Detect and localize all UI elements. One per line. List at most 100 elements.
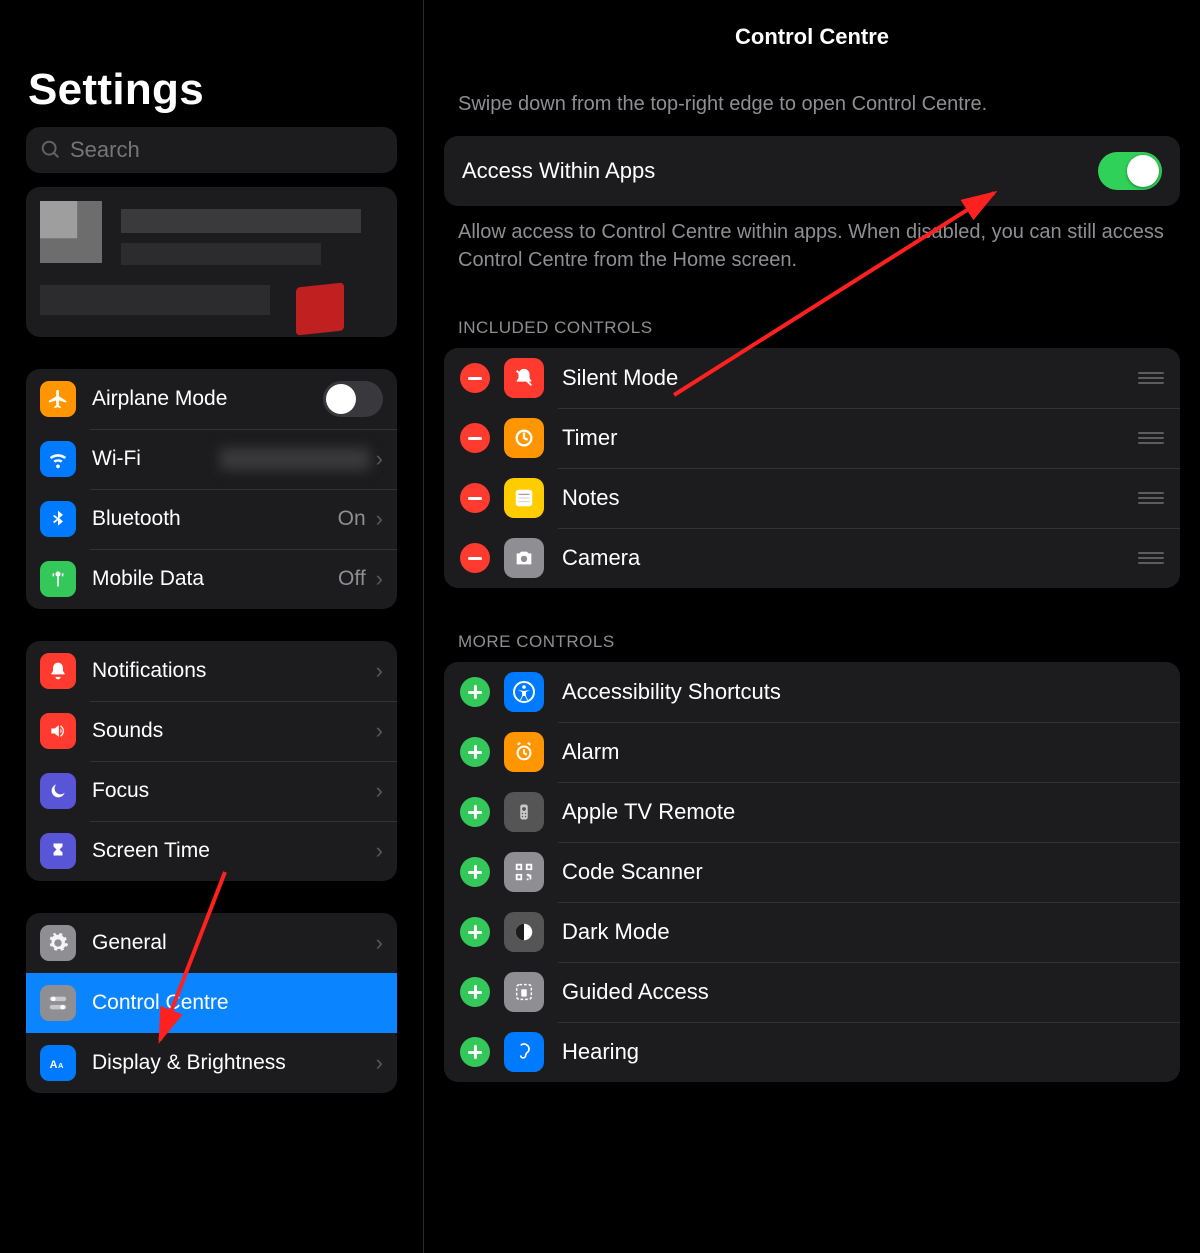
- sidebar-item-sounds[interactable]: Sounds›: [26, 701, 397, 761]
- reorder-handle[interactable]: [1138, 552, 1164, 564]
- alarm-icon: [504, 732, 544, 772]
- remove-control-button[interactable]: [460, 423, 490, 453]
- chevron-right-icon: ›: [370, 566, 383, 592]
- pane-title: Control Centre: [444, 24, 1180, 50]
- bell-slash-icon: [504, 358, 544, 398]
- add-control-button[interactable]: [460, 797, 490, 827]
- moon-icon: [40, 773, 76, 809]
- control-row-timer: Timer: [444, 408, 1180, 468]
- control-label: Hearing: [562, 1039, 1164, 1065]
- control-row-guided-access: Guided Access: [444, 962, 1180, 1022]
- remove-control-button[interactable]: [460, 483, 490, 513]
- remove-control-button[interactable]: [460, 363, 490, 393]
- control-label: Dark Mode: [562, 919, 1164, 945]
- control-label: Notes: [562, 485, 1128, 511]
- control-label: Accessibility Shortcuts: [562, 679, 1164, 705]
- add-control-button[interactable]: [460, 677, 490, 707]
- control-label: Apple TV Remote: [562, 799, 1164, 825]
- control-row-apple-tv-remote: Apple TV Remote: [444, 782, 1180, 842]
- access-within-apps-card: Access Within Apps: [444, 136, 1180, 206]
- search-icon: [40, 139, 62, 161]
- control-row-camera: Camera: [444, 528, 1180, 588]
- included-controls-header: INCLUDED CONTROLS: [444, 318, 1180, 338]
- chevron-right-icon: ›: [370, 446, 383, 472]
- control-centre-pane: Control Centre Swipe down from the top-r…: [424, 0, 1200, 1253]
- sidebar-item-label: Display & Brightness: [92, 1051, 370, 1075]
- chevron-right-icon: ›: [370, 838, 383, 864]
- access-within-apps-desc: Allow access to Control Centre within ap…: [444, 218, 1180, 274]
- gear-icon: [40, 925, 76, 961]
- wi-fi-value: [220, 448, 370, 470]
- chevron-right-icon: ›: [370, 506, 383, 532]
- sidebar-item-label: Airplane Mode: [92, 387, 323, 411]
- svg-text:A: A: [58, 1061, 64, 1070]
- control-label: Guided Access: [562, 979, 1164, 1005]
- control-row-hearing: Hearing: [444, 1022, 1180, 1082]
- sidebar-item-bluetooth[interactable]: BluetoothOn›: [26, 489, 397, 549]
- add-control-button[interactable]: [460, 977, 490, 1007]
- app-root: Settings Airplane ModeWi-Fi›BluetoothOn›…: [0, 0, 1200, 1253]
- control-label: Timer: [562, 425, 1128, 451]
- bluetooth-icon: [40, 501, 76, 537]
- search-field[interactable]: [26, 127, 397, 173]
- sidebar-item-label: Focus: [92, 779, 370, 803]
- sidebar-item-label: Control Centre: [92, 991, 383, 1015]
- ear-icon: [504, 1032, 544, 1072]
- sidebar-item-label: Notifications: [92, 659, 370, 683]
- sidebar-item-airplane-mode[interactable]: Airplane Mode: [26, 369, 397, 429]
- profile-card[interactable]: [26, 187, 397, 337]
- control-label: Camera: [562, 545, 1128, 571]
- svg-text:A: A: [50, 1059, 58, 1071]
- add-control-button[interactable]: [460, 857, 490, 887]
- sidebar-item-label: General: [92, 931, 370, 955]
- sidebar-item-label: Bluetooth: [92, 507, 338, 531]
- add-control-button[interactable]: [460, 917, 490, 947]
- settings-title: Settings: [28, 65, 397, 115]
- settings-sidebar: Settings Airplane ModeWi-Fi›BluetoothOn›…: [0, 0, 424, 1253]
- chevron-right-icon: ›: [370, 718, 383, 744]
- chevron-right-icon: ›: [370, 658, 383, 684]
- sidebar-item-notifications[interactable]: Notifications›: [26, 641, 397, 701]
- access-within-apps-label: Access Within Apps: [462, 158, 655, 184]
- included-controls-list: Silent Mode Timer Notes Camera: [444, 348, 1180, 588]
- more-controls-header: MORE CONTROLS: [444, 632, 1180, 652]
- sidebar-group: Notifications›Sounds›Focus›Screen Time›: [26, 641, 397, 881]
- reorder-handle[interactable]: [1138, 492, 1164, 504]
- control-row-alarm: Alarm: [444, 722, 1180, 782]
- sidebar-item-mobile-data[interactable]: Mobile DataOff›: [26, 549, 397, 609]
- wifi-icon: [40, 441, 76, 477]
- access-within-apps-toggle[interactable]: [1098, 152, 1162, 190]
- search-input[interactable]: [70, 137, 383, 163]
- add-control-button[interactable]: [460, 1037, 490, 1067]
- sidebar-group: Airplane ModeWi-Fi›BluetoothOn›Mobile Da…: [26, 369, 397, 609]
- sidebar-group: General›Control CentreAADisplay & Bright…: [26, 913, 397, 1093]
- sidebar-item-display-brightness[interactable]: AA Display & Brightness›: [26, 1033, 397, 1093]
- timer-icon: [504, 418, 544, 458]
- control-row-silent-mode: Silent Mode: [444, 348, 1180, 408]
- chevron-right-icon: ›: [370, 930, 383, 956]
- control-row-code-scanner: Code Scanner: [444, 842, 1180, 902]
- sidebar-item-screen-time[interactable]: Screen Time›: [26, 821, 397, 881]
- tv-remote-icon: [504, 792, 544, 832]
- camera-icon: [504, 538, 544, 578]
- mobile-data-value: Off: [338, 567, 370, 591]
- add-control-button[interactable]: [460, 737, 490, 767]
- control-row-dark-mode: Dark Mode: [444, 902, 1180, 962]
- sidebar-item-general[interactable]: General›: [26, 913, 397, 973]
- sidebar-item-wi-fi[interactable]: Wi-Fi ›: [26, 429, 397, 489]
- reorder-handle[interactable]: [1138, 432, 1164, 444]
- sidebar-item-label: Wi-Fi: [92, 447, 220, 471]
- notes-icon: [504, 478, 544, 518]
- accessibility-icon: [504, 672, 544, 712]
- sidebar-item-focus[interactable]: Focus›: [26, 761, 397, 821]
- control-row-notes: Notes: [444, 468, 1180, 528]
- reorder-handle[interactable]: [1138, 372, 1164, 384]
- remove-control-button[interactable]: [460, 543, 490, 573]
- chevron-right-icon: ›: [370, 778, 383, 804]
- airplane-mode-toggle[interactable]: [323, 381, 383, 417]
- sidebar-item-control-centre[interactable]: Control Centre: [26, 973, 397, 1033]
- control-label: Code Scanner: [562, 859, 1164, 885]
- hourglass-icon: [40, 833, 76, 869]
- chevron-right-icon: ›: [370, 1050, 383, 1076]
- control-row-accessibility-shortcuts: Accessibility Shortcuts: [444, 662, 1180, 722]
